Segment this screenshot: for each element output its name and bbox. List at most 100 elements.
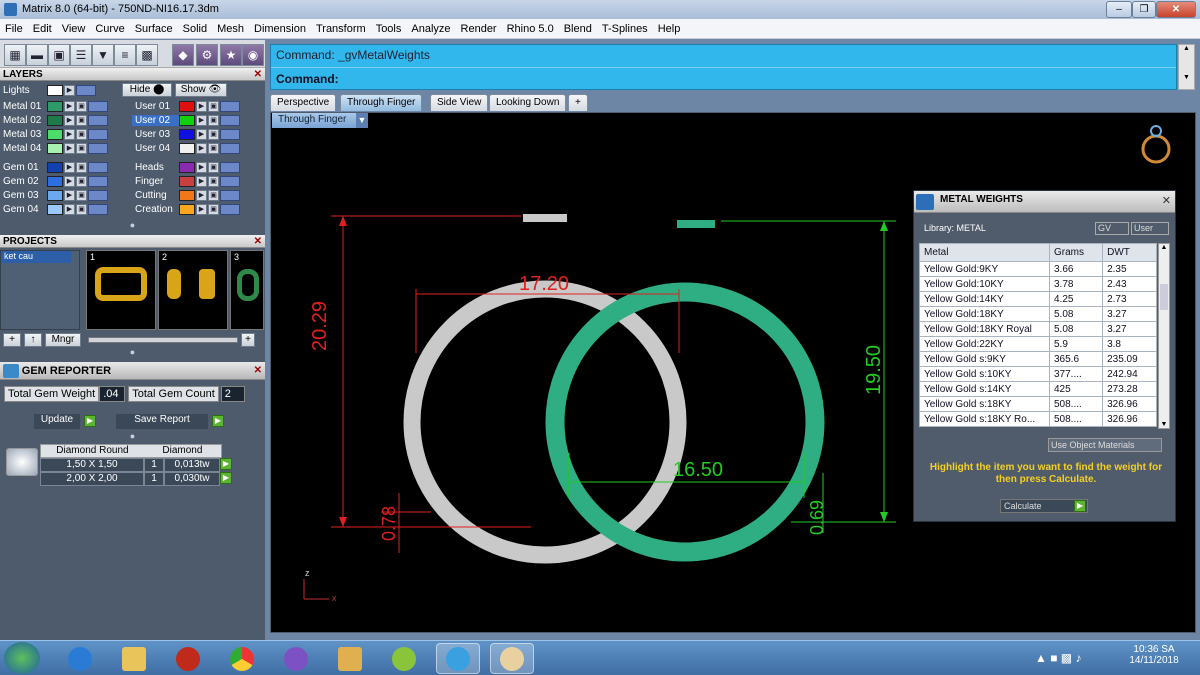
layer-name[interactable]: Gem 01: [0, 162, 47, 173]
splitter-icon[interactable]: ●: [0, 348, 265, 358]
lock-icon[interactable]: ▣: [208, 100, 219, 112]
layer-row[interactable]: User 02 ▶ ▣: [132, 113, 240, 127]
play-icon[interactable]: ▶: [196, 100, 207, 112]
layer-name[interactable]: Creation: [132, 204, 179, 215]
layer-color-swatch[interactable]: [47, 128, 63, 140]
user-toggle[interactable]: User: [1131, 222, 1169, 235]
lock-icon[interactable]: ▣: [208, 128, 219, 140]
layer-row[interactable]: Metal 03 ▶ ▣: [0, 127, 108, 141]
taskbar-paint-icon[interactable]: [490, 643, 534, 674]
project-item[interactable]: ket cau: [1, 251, 71, 263]
layer-color-swatch[interactable]: [179, 142, 195, 154]
start-button[interactable]: [4, 642, 40, 674]
show-button[interactable]: Show 👁: [175, 83, 227, 97]
tab-side-view[interactable]: Side View: [430, 94, 489, 111]
hide-button[interactable]: Hide ⬤: [122, 83, 172, 97]
layer-color-swatch[interactable]: [47, 100, 63, 112]
ring-tool-icon[interactable]: ◆: [172, 44, 194, 66]
close-icon[interactable]: ✕: [254, 235, 262, 248]
play-icon[interactable]: ▶: [64, 161, 75, 173]
visibility-toggle[interactable]: [88, 203, 108, 215]
maximize-button[interactable]: ❐: [1132, 1, 1156, 18]
gem-tool-icon[interactable]: ★: [220, 44, 242, 66]
metal-table-scrollbar[interactable]: ▲ ▼: [1158, 243, 1170, 429]
ring-gray[interactable]: [403, 280, 687, 564]
layer-row[interactable]: Finger ▶ ▣: [132, 174, 240, 188]
play-icon[interactable]: ▶: [64, 142, 75, 154]
taskbar-app-icon[interactable]: [382, 643, 426, 674]
play-icon[interactable]: ▶: [196, 114, 207, 126]
table-row[interactable]: Yellow Gold:14KY 4.25 2.73: [919, 291, 1157, 307]
taskbar-explorer-icon[interactable]: [112, 643, 156, 674]
layer-row[interactable]: Gem 04 ▶ ▣: [0, 202, 108, 216]
viewport-name[interactable]: Through Finger: [272, 113, 368, 128]
menu-item-transform[interactable]: Transform: [311, 23, 371, 35]
layer-color-swatch[interactable]: [47, 175, 63, 187]
menu-item-t-splines[interactable]: T-Splines: [597, 23, 653, 35]
menu-item-tools[interactable]: Tools: [371, 23, 407, 35]
visibility-toggle[interactable]: [88, 142, 108, 154]
visibility-toggle[interactable]: [220, 100, 240, 112]
metal-col-header[interactable]: Metal: [919, 243, 1050, 262]
play-icon[interactable]: ▶: [196, 142, 207, 154]
scroll-thumb[interactable]: [1160, 284, 1168, 310]
tab-perspective[interactable]: Perspective: [270, 94, 337, 111]
layer-color-swatch[interactable]: [47, 189, 63, 201]
table-row[interactable]: Yellow Gold s:18KY Ro... 508.... 326.96: [919, 411, 1157, 427]
visibility-toggle[interactable]: [220, 128, 240, 140]
scroll-down-icon[interactable]: ▼: [1179, 74, 1194, 81]
visibility-toggle[interactable]: [88, 175, 108, 187]
tab-looking-down[interactable]: Looking Down: [489, 94, 567, 111]
layer-color-swatch[interactable]: [47, 142, 63, 154]
layer-row[interactable]: Creation ▶ ▣: [132, 202, 240, 216]
menu-item-curve[interactable]: Curve: [90, 23, 129, 35]
scroll-up-icon[interactable]: ▲: [1179, 45, 1194, 52]
layer-name[interactable]: Gem 03: [0, 190, 47, 201]
command-prompt[interactable]: Command:: [276, 72, 339, 86]
gv-toggle[interactable]: GV: [1095, 222, 1129, 235]
layer-row[interactable]: Metal 01 ▶ ▣: [0, 99, 108, 113]
layer-name[interactable]: Metal 03: [0, 129, 47, 140]
layer-row[interactable]: Metal 02 ▶ ▣: [0, 113, 108, 127]
table-row[interactable]: Yellow Gold:9KY 3.66 2.35: [919, 261, 1157, 277]
menu-item-dimension[interactable]: Dimension: [249, 23, 311, 35]
project-thumb-2[interactable]: 2: [158, 250, 228, 330]
tab-through-finger[interactable]: Through Finger: [340, 94, 423, 111]
play-icon[interactable]: ▶: [196, 189, 207, 201]
manager-button[interactable]: Mngr: [45, 333, 81, 347]
menu-item-blend[interactable]: Blend: [559, 23, 597, 35]
gem-row-arrow-icon[interactable]: ▶: [220, 472, 232, 484]
visibility-toggle[interactable]: [88, 161, 108, 173]
taskbar-ie-icon[interactable]: [58, 643, 102, 674]
layer-color-swatch[interactable]: [47, 203, 63, 215]
layer-color-swatch[interactable]: [47, 114, 63, 126]
layer-name[interactable]: User 02: [132, 114, 179, 126]
visibility-toggle[interactable]: [88, 189, 108, 201]
layer-name[interactable]: Finger: [132, 176, 179, 187]
table-row[interactable]: Yellow Gold:18KY 5.08 3.27: [919, 306, 1157, 322]
metal-col-header[interactable]: Grams: [1048, 243, 1104, 262]
play-icon[interactable]: ▶: [196, 128, 207, 140]
list-icon[interactable]: ≡: [114, 44, 136, 66]
layer-color-swatch[interactable]: [179, 128, 195, 140]
layer-row[interactable]: Cutting ▶ ▣: [132, 188, 240, 202]
play-icon[interactable]: ▶: [64, 114, 75, 126]
play-icon[interactable]: ▶: [64, 203, 75, 215]
lock-icon[interactable]: ▣: [76, 189, 87, 201]
play-icon[interactable]: ▶: [64, 84, 75, 96]
lock-icon[interactable]: ▣: [76, 142, 87, 154]
window-icon[interactable]: ▬: [26, 44, 48, 66]
lock-icon[interactable]: ▣: [76, 175, 87, 187]
visibility-toggle[interactable]: [220, 161, 240, 173]
lock-icon[interactable]: ▣: [76, 100, 87, 112]
menu-item-surface[interactable]: Surface: [130, 23, 178, 35]
lock-icon[interactable]: ▣: [208, 175, 219, 187]
close-icon[interactable]: ✕: [254, 362, 262, 380]
lock-icon[interactable]: ▣: [208, 142, 219, 154]
layer-name[interactable]: Metal 02: [0, 115, 47, 126]
table-row[interactable]: Yellow Gold:10KY 3.78 2.43: [919, 276, 1157, 292]
layer-row[interactable]: Metal 04 ▶ ▣: [0, 141, 108, 155]
taskbar-matrix-icon[interactable]: [436, 643, 480, 674]
scroll-up-icon[interactable]: ▲: [1159, 244, 1169, 251]
menu-item-solid[interactable]: Solid: [178, 23, 212, 35]
